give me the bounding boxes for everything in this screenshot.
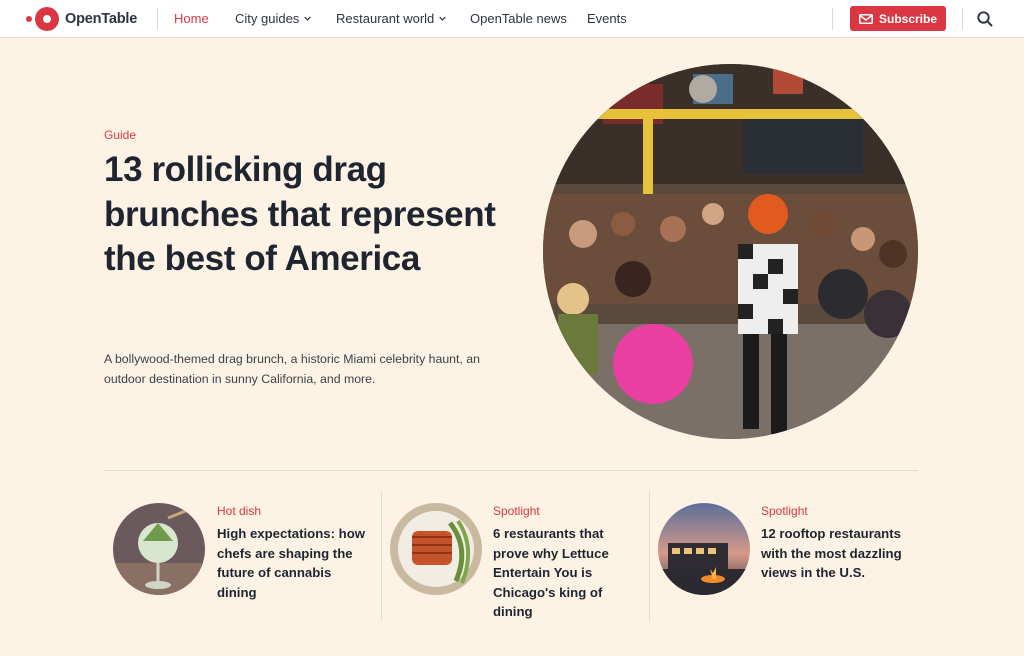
nav-restaurant-world[interactable]: Restaurant world (336, 11, 447, 26)
nav-opentable-news-label: OpenTable news (470, 11, 567, 26)
article-card[interactable]: Spotlight 6 restaurants that prove why L… (390, 491, 640, 621)
nav-home[interactable]: Home (174, 11, 209, 26)
nav-opentable-news[interactable]: OpenTable news (470, 11, 567, 26)
article-thumbnail[interactable] (390, 503, 482, 595)
article-title[interactable]: High expectations: how chefs are shaping… (217, 524, 373, 602)
hero-description: A bollywood-themed drag brunch, a histor… (104, 352, 480, 386)
subscribe-label: Subscribe (878, 11, 938, 26)
chevron-down-icon (439, 16, 447, 21)
section-divider (104, 470, 918, 471)
drag-brunch-photo (543, 64, 918, 439)
brand-name: OpenTable (65, 11, 138, 27)
nav-restaurant-world-label: Restaurant world (336, 11, 435, 26)
nav-divider (832, 8, 833, 30)
nav-city-guides-label: City guides (235, 11, 300, 26)
search-icon[interactable] (976, 10, 994, 28)
card-divider (381, 491, 382, 621)
article-title[interactable]: 6 restaurants that prove why Lettuce Ent… (493, 524, 633, 622)
article-card[interactable]: Hot dish High expectations: how chefs ar… (113, 491, 373, 621)
hero-category[interactable]: Guide (104, 128, 136, 142)
article-thumbnail[interactable] (658, 503, 750, 595)
nav-events[interactable]: Events (587, 11, 627, 26)
card-divider (649, 491, 650, 621)
article-category[interactable]: Spotlight (761, 504, 808, 518)
envelope-icon (858, 13, 873, 24)
opentable-logo[interactable]: OpenTable (26, 7, 137, 31)
article-card[interactable]: Spotlight 12 rooftop restaurants with th… (658, 491, 918, 621)
article-thumbnail[interactable] (113, 503, 205, 595)
article-title[interactable]: 12 rooftop restaurants with the most daz… (761, 524, 911, 583)
hero-title[interactable]: 13 rollicking drag brunches that represe… (104, 148, 504, 282)
hero-image[interactable] (543, 64, 918, 439)
nav-events-label: Events (587, 11, 627, 26)
article-category[interactable]: Spotlight (493, 504, 540, 518)
chevron-down-icon (304, 16, 312, 21)
nav-home-label: Home (174, 11, 209, 26)
article-category[interactable]: Hot dish (217, 504, 261, 518)
subscribe-button[interactable]: Subscribe (850, 6, 946, 31)
logo-dot-icon (26, 16, 32, 22)
nav-city-guides[interactable]: City guides (235, 11, 312, 26)
rooftop-restaurant-photo (658, 503, 750, 595)
salmon-dish-photo (390, 503, 482, 595)
logo-ring-icon (35, 7, 59, 31)
top-nav: OpenTable Home City guides Restaurant wo… (0, 0, 1024, 38)
cannabis-cocktail-photo (113, 503, 205, 595)
nav-divider (962, 8, 963, 30)
nav-divider (157, 8, 158, 30)
